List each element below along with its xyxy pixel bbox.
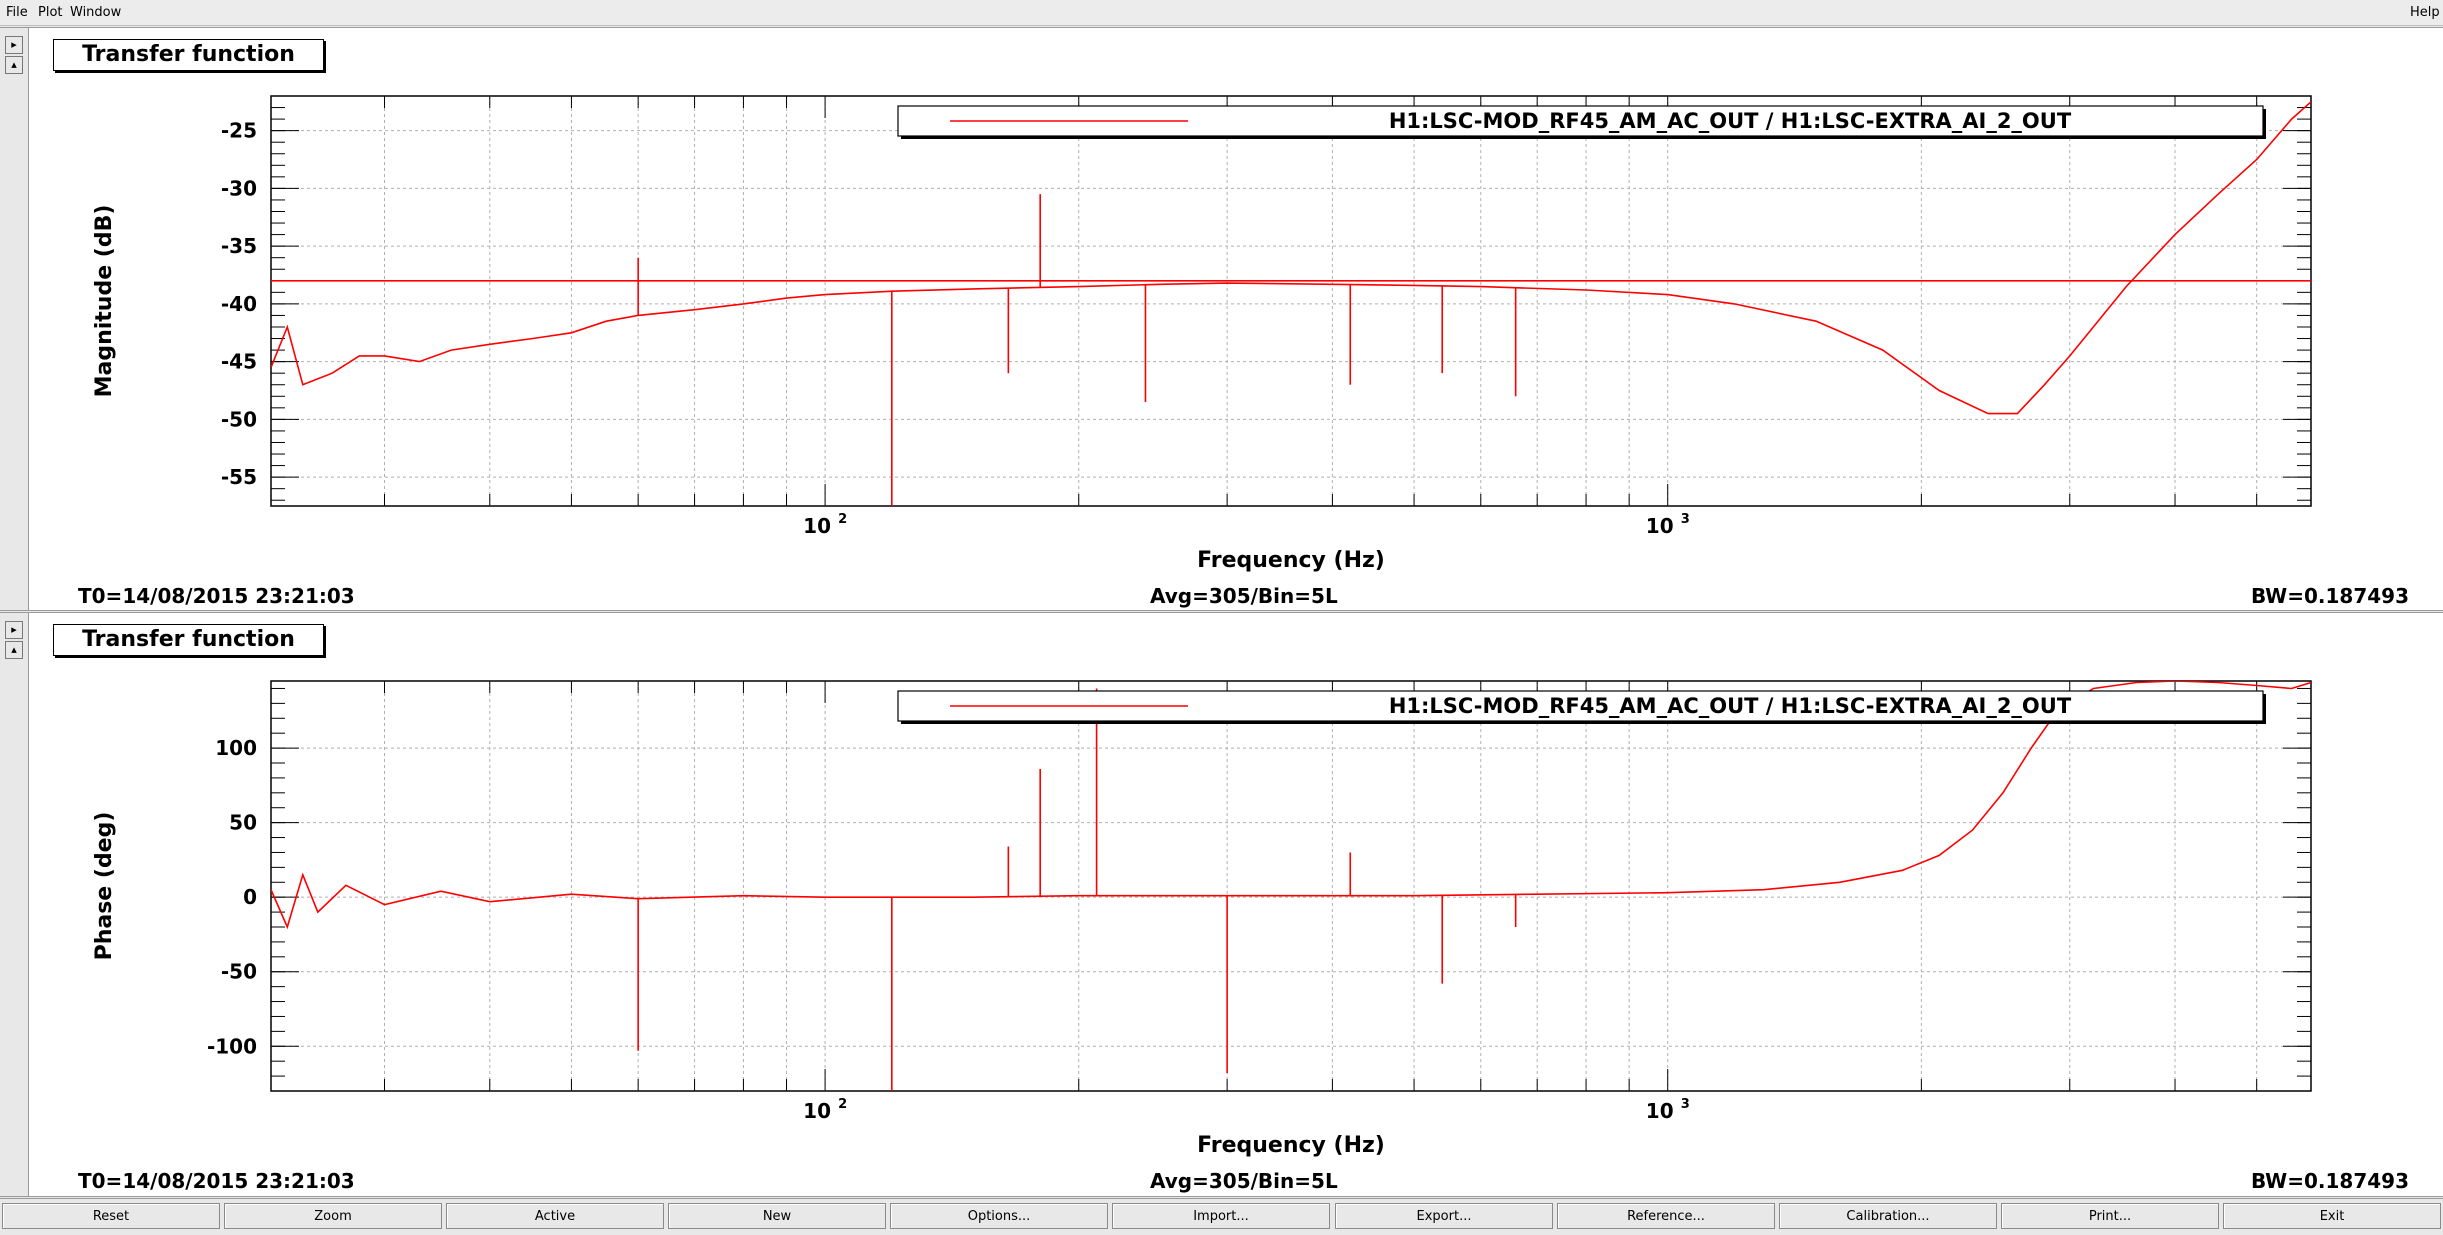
magnitude-panel: ▸ ▴ Transfer function 10 2 10 3 -25 -30 -35 -40… bbox=[0, 27, 2443, 611]
toolbar-button-reset[interactable]: Reset bbox=[2, 1203, 220, 1229]
x-tick-label: 10 bbox=[803, 514, 831, 538]
y-tick-label: -55 bbox=[221, 465, 257, 489]
y-tick-label: -30 bbox=[221, 176, 257, 200]
expand-right-icon[interactable]: ▸ bbox=[5, 621, 23, 639]
expand-up-icon[interactable]: ▴ bbox=[5, 56, 23, 74]
y-tick-label: -50 bbox=[221, 407, 257, 431]
y-tick-label: -100 bbox=[207, 1034, 257, 1058]
phase-plot[interactable]: 10 2 10 3 100 50 0 -50 -100 Frequency (Hz) Phase (… bbox=[28, 613, 2443, 1196]
y-tick-label: -25 bbox=[221, 119, 257, 143]
y-tick-label: -35 bbox=[221, 234, 257, 258]
x-tick-label-exponent: 2 bbox=[838, 512, 847, 527]
bottom-toolbar: Reset Zoom Active New Options... Import... Exp… bbox=[0, 1198, 2443, 1235]
x-axis-label: Frequency (Hz) bbox=[1197, 1133, 1385, 1158]
toolbar-button-import[interactable]: Import... bbox=[1112, 1203, 1330, 1229]
toolbar-button-active[interactable]: Active bbox=[446, 1203, 664, 1229]
x-axis-label: Frequency (Hz) bbox=[1197, 548, 1385, 573]
expand-up-icon[interactable]: ▴ bbox=[5, 641, 23, 659]
toolbar-button-print[interactable]: Print... bbox=[2001, 1203, 2219, 1229]
y-axis-label: Magnitude (dB) bbox=[92, 205, 117, 398]
y-tick-label: -45 bbox=[221, 350, 257, 374]
y-tick-label: -50 bbox=[221, 960, 257, 984]
y-tick-label: 50 bbox=[229, 811, 257, 835]
toolbar-button-new[interactable]: New bbox=[668, 1203, 886, 1229]
legend-label: H1:LSC-MOD_RF45_AM_AC_OUT / H1:LSC-EXTRA… bbox=[1389, 694, 2072, 718]
y-tick-label: -40 bbox=[221, 292, 257, 316]
phase-panel: ▸ ▴ Transfer function 10 2 10 3 100 50 0 -50 -10… bbox=[0, 612, 2443, 1197]
x-tick-label-exponent: 3 bbox=[1681, 512, 1690, 527]
panel-side-strip: ▸ ▴ bbox=[0, 613, 29, 1196]
bandwidth-label: BW=0.187493 bbox=[2251, 584, 2409, 608]
panel-side-strip: ▸ ▴ bbox=[0, 28, 29, 610]
x-tick-label: 10 bbox=[803, 1099, 831, 1123]
toolbar-button-reference[interactable]: Reference... bbox=[1557, 1203, 1775, 1229]
menu-bar: File Plot Window Help bbox=[0, 0, 2443, 26]
bandwidth-label: BW=0.187493 bbox=[2251, 1169, 2409, 1193]
menu-file[interactable]: File bbox=[6, 5, 28, 20]
y-tick-label: 0 bbox=[243, 885, 257, 909]
toolbar-button-options[interactable]: Options... bbox=[890, 1203, 1108, 1229]
menu-window[interactable]: Window bbox=[70, 5, 121, 20]
toolbar-button-zoom[interactable]: Zoom bbox=[224, 1203, 442, 1229]
magnitude-plot[interactable]: 10 2 10 3 -25 -30 -35 -40 -45 -50 -55 Frequency (Hz… bbox=[28, 28, 2443, 610]
x-tick-label: 10 bbox=[1646, 514, 1674, 538]
toolbar-button-calibration[interactable]: Calibration... bbox=[1779, 1203, 1997, 1229]
menu-help[interactable]: Help bbox=[2410, 5, 2440, 20]
toolbar-button-export[interactable]: Export... bbox=[1335, 1203, 1553, 1229]
legend-label: H1:LSC-MOD_RF45_AM_AC_OUT / H1:LSC-EXTRA… bbox=[1389, 109, 2072, 133]
y-tick-label: 100 bbox=[215, 736, 257, 760]
avg-bin-label: Avg=305/Bin=5L bbox=[1150, 1169, 1338, 1193]
x-tick-label: 10 bbox=[1646, 1099, 1674, 1123]
toolbar-button-exit[interactable]: Exit bbox=[2223, 1203, 2441, 1229]
x-tick-label-exponent: 3 bbox=[1681, 1097, 1690, 1112]
menu-plot[interactable]: Plot bbox=[38, 5, 63, 20]
expand-right-icon[interactable]: ▸ bbox=[5, 36, 23, 54]
plot-frame bbox=[270, 680, 2312, 1092]
x-tick-label-exponent: 2 bbox=[838, 1097, 847, 1112]
t0-label: T0=14/08/2015 23:21:03 bbox=[78, 1169, 355, 1193]
avg-bin-label: Avg=305/Bin=5L bbox=[1150, 584, 1338, 608]
plot-frame bbox=[270, 95, 2312, 507]
y-axis-label: Phase (deg) bbox=[92, 812, 117, 961]
t0-label: T0=14/08/2015 23:21:03 bbox=[78, 584, 355, 608]
